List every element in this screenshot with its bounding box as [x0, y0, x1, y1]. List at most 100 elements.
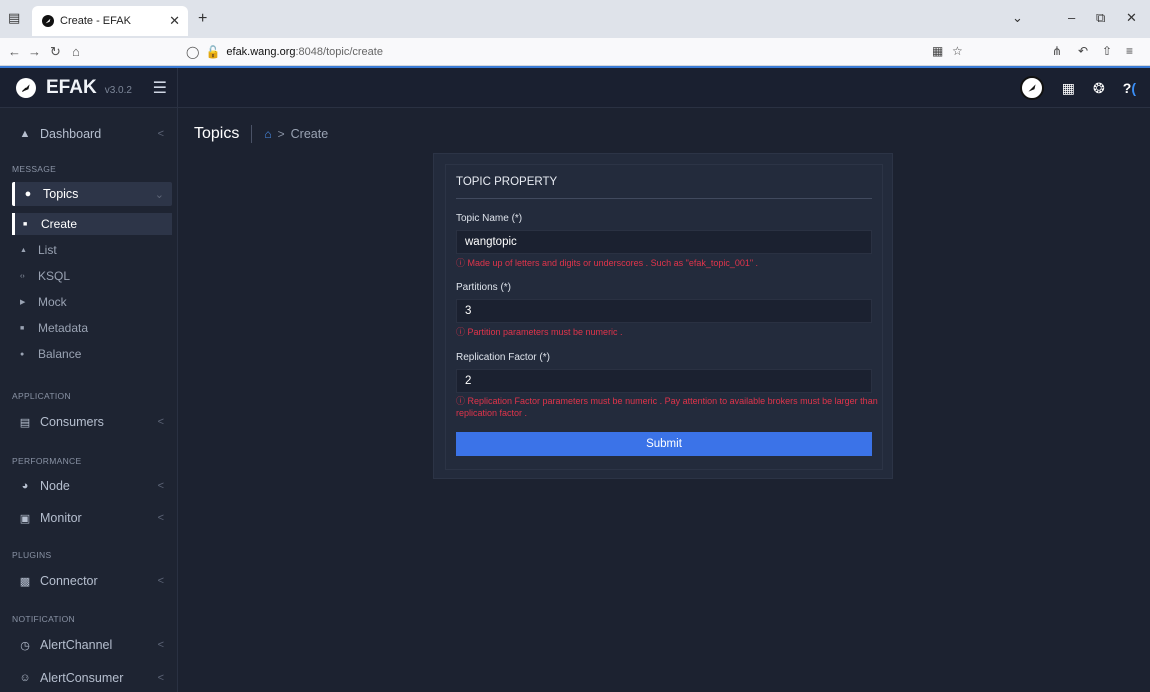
submit-button[interactable]: Submit	[456, 432, 872, 456]
sidebar-subitem-mock[interactable]: ▶ Mock	[12, 291, 172, 313]
chevron-left-icon: <	[157, 639, 164, 651]
sidebar-item-label: Monitor	[40, 511, 82, 525]
new-tab-icon[interactable]: +	[198, 10, 207, 28]
sidebar-item-label: AlertChannel	[40, 638, 113, 652]
sidebar-item-alertconsumer[interactable]: ☺ AlertConsumer <	[12, 666, 172, 690]
topic-name-input[interactable]	[456, 230, 872, 254]
efak-logo-icon[interactable]	[16, 78, 36, 98]
sidebar-subitem-create[interactable]: ■ Create	[12, 213, 172, 235]
sidebar-subitem-label: Mock	[38, 295, 67, 309]
sidebar-subitem-label: Balance	[38, 347, 82, 361]
droplet-icon: ●	[24, 188, 32, 200]
sidebar-subitem-list[interactable]: ▲ List	[12, 239, 172, 261]
sidebar: ▲ Dashboard < MESSAGE ● Topics ⌄ ■ Creat…	[0, 108, 178, 692]
tab-list-icon[interactable]: ▤	[8, 10, 24, 26]
replication-factor-help: ⓘ Replication Factor parameters must be …	[456, 396, 878, 418]
sidebar-subitem-metadata[interactable]: ■ Metadata	[12, 317, 172, 339]
app-topbar: EFAK v3.0.2 ☰ ▦ ❂ ?(	[0, 66, 1150, 108]
sidebar-item-label: Dashboard	[40, 127, 102, 141]
chevron-left-icon: <	[157, 672, 164, 684]
section-header-application: APPLICATION	[12, 391, 71, 401]
topic-form: TOPIC PROPERTY Topic Name (*) ⓘ Made up …	[445, 164, 883, 470]
url-path: :8048/topic/create	[295, 46, 383, 58]
topic-form-card: TOPIC PROPERTY Topic Name (*) ⓘ Made up …	[433, 153, 893, 479]
sidebar-item-connector[interactable]: ▩ Connector <	[12, 569, 172, 593]
reload-icon[interactable]: ↻	[50, 44, 61, 60]
sidebar-item-consumers[interactable]: ▤ Consumers <	[12, 410, 172, 434]
browser-tab[interactable]: Create - EFAK ✕	[32, 6, 188, 36]
sidebar-item-label: AlertConsumer	[40, 671, 124, 685]
bullet-icon: ■	[20, 324, 25, 332]
alarm-clock-icon: ◷	[20, 639, 30, 652]
help-icon[interactable]: ?(	[1123, 80, 1136, 96]
section-header-message: MESSAGE	[12, 164, 57, 174]
brand-version: v3.0.2	[104, 84, 132, 96]
user-avatar[interactable]	[1019, 76, 1044, 100]
extensions-icon[interactable]: ⋔	[1052, 44, 1062, 58]
browser-nav-bar: ← → ↻ ⌂ ◯ 🔓 efak.wang.org :8048/topic/cr…	[0, 38, 1150, 66]
sidebar-item-topics[interactable]: ● Topics ⌄	[12, 182, 172, 206]
chevron-left-icon: <	[157, 416, 164, 428]
form-divider	[456, 198, 872, 199]
back-icon[interactable]: ←	[8, 44, 21, 59]
basket-icon: ▤	[19, 416, 31, 429]
minimize-icon[interactable]: –	[1068, 10, 1075, 25]
sidebar-subitem-balance[interactable]: ● Balance	[12, 343, 172, 365]
users-icon: ☺	[19, 672, 31, 684]
share-icon[interactable]: ⇧	[1102, 44, 1112, 58]
qr-code-icon[interactable]: ▦	[932, 44, 943, 58]
chevron-left-icon: <	[157, 512, 164, 524]
bullet-icon: ■	[23, 220, 28, 228]
sidebar-subitem-label: Create	[41, 217, 78, 231]
sidebar-item-dashboard[interactable]: ▲ Dashboard <	[12, 122, 172, 146]
menu-icon[interactable]: ≡	[1126, 44, 1133, 58]
hamburger-menu-icon[interactable]: ☰	[153, 78, 167, 98]
address-bar[interactable]: ◯ 🔓 efak.wang.org :8048/topic/create	[186, 42, 976, 62]
main-content: Topics ⌂ > Create TOPIC PROPERTY Topic N…	[179, 108, 1150, 692]
bookmark-star-icon[interactable]: ☆	[952, 44, 963, 58]
sidebar-subitem-label: KSQL	[38, 269, 71, 283]
undo-icon[interactable]: ↶	[1078, 44, 1088, 58]
partitions-label: Partitions (*)	[456, 282, 512, 293]
insecure-lock-icon[interactable]: 🔓	[205, 45, 220, 59]
page-title: Topics	[194, 125, 240, 142]
section-header-performance: PERFORMANCE	[12, 456, 82, 466]
sidebar-subitem-label: List	[38, 243, 57, 257]
breadcrumb-divider	[251, 125, 253, 143]
sidebar-item-label: Connector	[40, 574, 98, 588]
topbar-actions: ▦ ❂ ?(	[1019, 76, 1136, 100]
window-close-icon[interactable]: ✕	[1126, 10, 1137, 26]
partitions-input[interactable]	[456, 299, 872, 323]
breadcrumb: Topics ⌂ > Create	[194, 125, 328, 143]
sidebar-subitem-ksql[interactable]: ‹› KSQL	[12, 265, 172, 287]
section-header-plugins: PLUGINS	[12, 550, 52, 560]
cube-icon[interactable]: ❂	[1093, 80, 1105, 97]
bullet-icon: ‹›	[20, 272, 25, 280]
sidebar-item-label: Node	[40, 479, 70, 493]
replication-factor-label: Replication Factor (*)	[456, 352, 550, 363]
chevron-left-icon: <	[157, 480, 164, 492]
dashboard-icon: ▲	[19, 128, 31, 140]
monitor-icon: ▣	[19, 512, 31, 525]
chevron-down-icon: ⌄	[154, 188, 164, 201]
tab-overflow-icon[interactable]: ⌄	[1012, 10, 1023, 26]
topic-name-help: ⓘ Made up of letters and digits or under…	[456, 258, 759, 268]
bullet-icon: ▶	[20, 299, 26, 306]
url-host: efak.wang.org	[226, 46, 296, 58]
forward-icon[interactable]: →	[28, 44, 41, 59]
home-icon[interactable]: ⌂	[72, 44, 80, 59]
topic-name-label: Topic Name (*)	[456, 213, 523, 224]
chevron-left-icon: <	[157, 128, 164, 140]
chevron-right-icon: >	[277, 127, 285, 141]
replication-factor-input[interactable]	[456, 369, 872, 393]
apps-grid-icon[interactable]: ▦	[1062, 80, 1075, 97]
sidebar-item-monitor[interactable]: ▣ Monitor <	[12, 506, 172, 530]
tab-close-icon[interactable]: ✕	[169, 13, 180, 29]
section-header-notification: NOTIFICATION	[12, 614, 75, 624]
home-icon[interactable]: ⌂	[264, 127, 271, 141]
sidebar-item-alertchannel[interactable]: ◷ AlertChannel <	[12, 633, 172, 657]
sidebar-item-label: Consumers	[40, 415, 104, 429]
sidebar-item-node[interactable]: ◕ Node <	[12, 474, 172, 498]
restore-icon[interactable]: ⧉	[1096, 10, 1105, 26]
shield-icon[interactable]: ◯	[186, 45, 199, 59]
